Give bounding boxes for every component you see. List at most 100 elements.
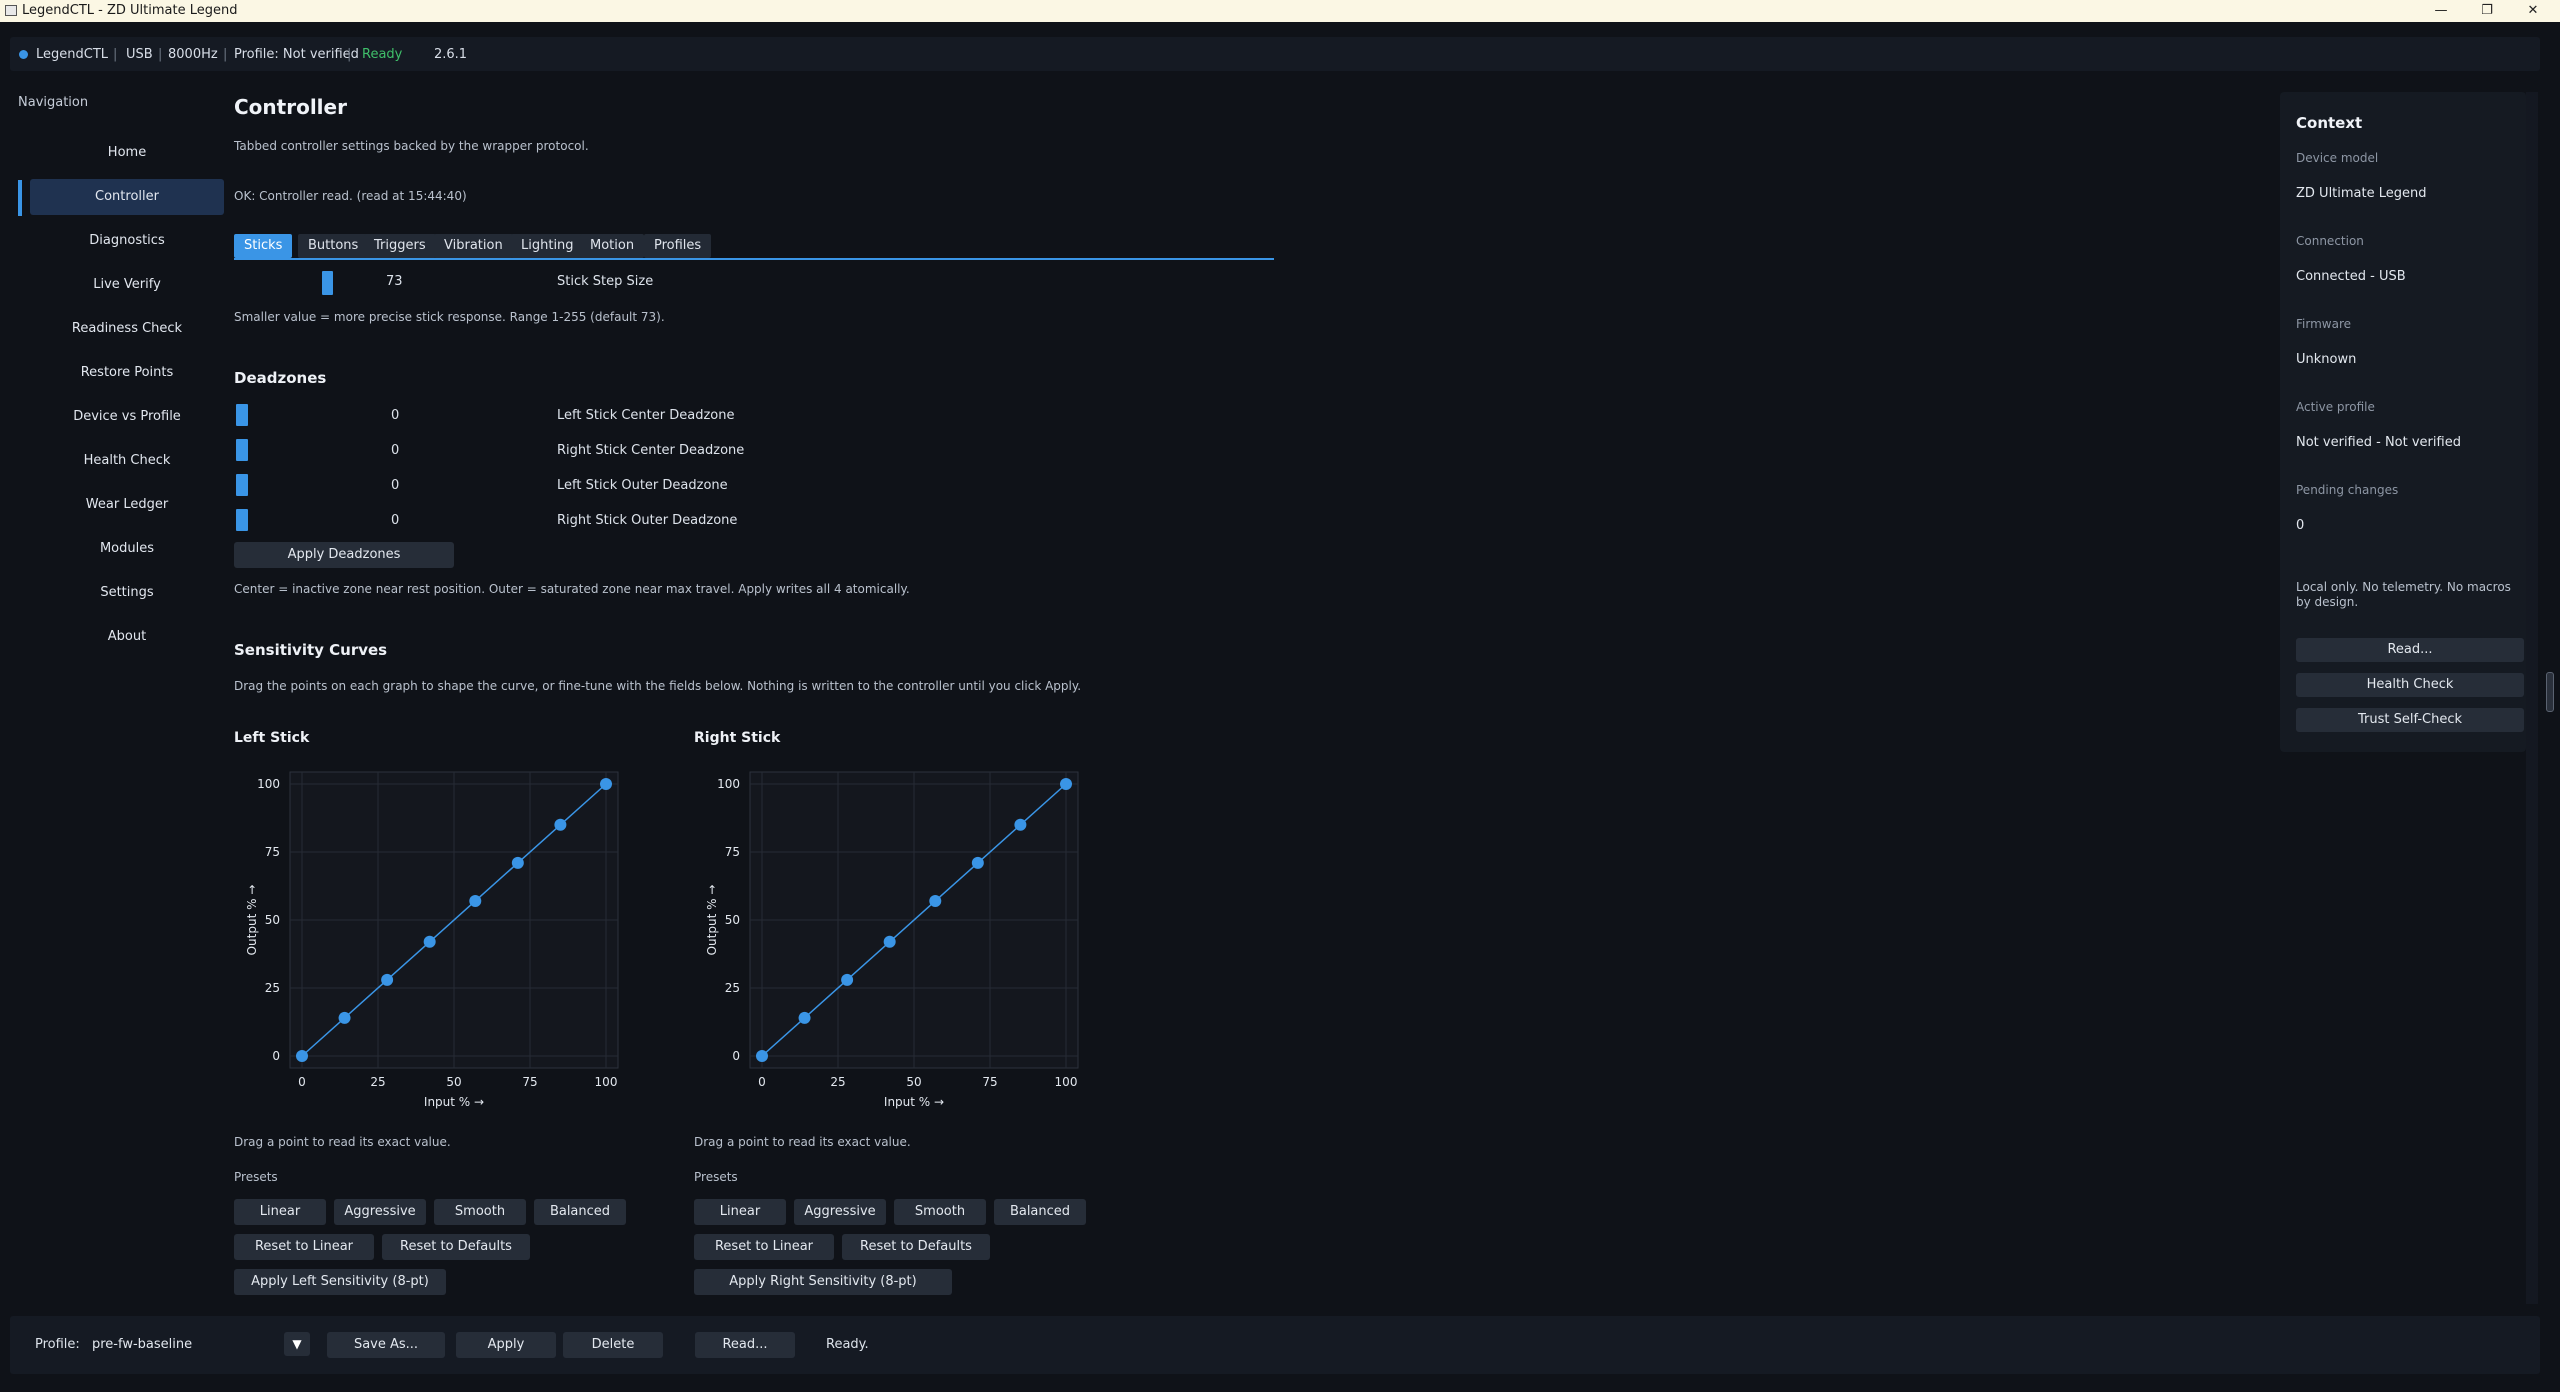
sidebar-item-controller[interactable]: Controller	[30, 179, 224, 215]
status-separator: |	[158, 47, 163, 62]
curve-point[interactable]	[600, 778, 612, 790]
y-tick-label: 100	[717, 777, 740, 791]
context-title: Context	[2296, 114, 2363, 132]
y-tick-label: 75	[265, 845, 280, 859]
curve-point[interactable]	[423, 935, 436, 948]
tab-lighting[interactable]: Lighting	[511, 234, 584, 258]
right-preset-balanced-button[interactable]: Balanced	[994, 1199, 1086, 1225]
right-stick-curve-chart[interactable]: 0 25 50 75 100 0 25 50 75 100 Input % → Output % →	[694, 760, 1114, 1120]
delete-profile-button[interactable]: Delete	[563, 1332, 663, 1358]
curve-point[interactable]	[511, 856, 524, 869]
x-tick-label: 0	[298, 1075, 306, 1089]
sidebar-item-modules[interactable]: Modules	[30, 531, 224, 567]
sidebar-item-settings[interactable]: Settings	[30, 575, 224, 611]
left-stick-curve-chart[interactable]: 0 25 50 75 100 0 25 50 75 100 Input % → Output % →	[234, 760, 654, 1120]
right-reset-linear-button[interactable]: Reset to Linear	[694, 1234, 834, 1260]
right-preset-smooth-button[interactable]: Smooth	[894, 1199, 986, 1225]
y-tick-label: 50	[265, 913, 280, 927]
curve-point[interactable]	[929, 894, 942, 907]
curve-point[interactable]	[1060, 778, 1072, 790]
sidebar-item-restore-points[interactable]: Restore Points	[30, 355, 224, 391]
context-value-connection: Connected - USB	[2296, 269, 2406, 284]
deadzone-slider[interactable]	[236, 509, 248, 531]
main-scrollbar[interactable]	[2526, 92, 2538, 1304]
curve-point[interactable]	[1014, 818, 1027, 831]
curve-point[interactable]	[554, 818, 567, 831]
x-axis-label: Input % →	[884, 1095, 944, 1109]
x-tick-label: 50	[906, 1075, 921, 1089]
left-preset-linear-button[interactable]: Linear	[234, 1199, 326, 1225]
tab-triggers[interactable]: Triggers	[364, 234, 436, 258]
right-preset-linear-button[interactable]: Linear	[694, 1199, 786, 1225]
step-size-hint: Smaller value = more precise stick respo…	[234, 310, 665, 324]
x-tick-label: 75	[522, 1075, 537, 1089]
context-trust-self-check-button[interactable]: Trust Self-Check	[2296, 708, 2524, 732]
connection-dot-icon	[19, 50, 28, 59]
x-tick-label: 100	[595, 1075, 618, 1089]
apply-right-sensitivity-button[interactable]: Apply Right Sensitivity (8-pt)	[694, 1269, 952, 1295]
apply-left-sensitivity-button[interactable]: Apply Left Sensitivity (8-pt)	[234, 1269, 446, 1295]
curve-point[interactable]	[338, 1011, 351, 1024]
left-reset-defaults-button[interactable]: Reset to Defaults	[382, 1234, 530, 1260]
sidebar-item-device-vs-profile[interactable]: Device vs Profile	[30, 399, 224, 435]
sidebar-item-home[interactable]: Home	[30, 135, 224, 171]
status-rate: 8000Hz	[168, 47, 218, 62]
apply-deadzones-button[interactable]: Apply Deadzones	[234, 542, 454, 568]
context-read-button[interactable]: Read...	[2296, 638, 2524, 662]
context-health-check-button[interactable]: Health Check	[2296, 673, 2524, 697]
curve-point[interactable]	[883, 935, 896, 948]
sidebar-item-live-verify[interactable]: Live Verify	[30, 267, 224, 303]
sidebar-item-about[interactable]: About	[30, 619, 224, 655]
dropdown-arrow-icon[interactable]: ▼	[284, 1332, 310, 1356]
sidebar-item-readiness-check[interactable]: Readiness Check	[30, 311, 224, 347]
minimize-icon[interactable]: —	[2418, 0, 2464, 22]
x-tick-label: 100	[1055, 1075, 1078, 1089]
curve-point[interactable]	[381, 973, 394, 986]
step-size-label: Stick Step Size	[557, 274, 654, 289]
sidebar-item-diagnostics[interactable]: Diagnostics	[30, 223, 224, 259]
curve-point[interactable]	[469, 894, 482, 907]
y-tick-label: 75	[725, 845, 740, 859]
tab-sticks[interactable]: Sticks	[234, 234, 293, 258]
close-icon[interactable]: ✕	[2510, 0, 2556, 22]
x-tick-label: 75	[982, 1075, 997, 1089]
nav-active-indicator	[18, 180, 22, 216]
sidebar-item-wear-ledger[interactable]: Wear Ledger	[30, 487, 224, 523]
read-profile-button[interactable]: Read...	[695, 1332, 795, 1358]
right-preset-aggressive-button[interactable]: Aggressive	[794, 1199, 886, 1225]
deadzone-slider[interactable]	[236, 439, 248, 461]
tab-vibration[interactable]: Vibration	[434, 234, 513, 258]
x-tick-label: 50	[446, 1075, 461, 1089]
restore-icon[interactable]: ❐	[2464, 0, 2510, 22]
left-preset-balanced-button[interactable]: Balanced	[534, 1199, 626, 1225]
tab-buttons[interactable]: Buttons	[298, 234, 369, 258]
context-value-firmware: Unknown	[2296, 352, 2357, 367]
curve-point[interactable]	[296, 1050, 308, 1062]
controller-tabs: Sticks Buttons Triggers Vibration Lighti…	[234, 234, 1274, 260]
sidebar-item-health-check[interactable]: Health Check	[30, 443, 224, 479]
tab-motion[interactable]: Motion	[580, 234, 645, 258]
curve-point[interactable]	[756, 1050, 768, 1062]
save-as-button[interactable]: Save As...	[327, 1332, 445, 1358]
profile-select[interactable]: pre-fw-baseline ▼	[92, 1330, 312, 1358]
right-reset-defaults-button[interactable]: Reset to Defaults	[842, 1234, 990, 1260]
deadzone-value: 0	[391, 478, 400, 493]
deadzone-slider[interactable]	[236, 404, 248, 426]
context-value-pending-changes: 0	[2296, 518, 2305, 533]
left-reset-linear-button[interactable]: Reset to Linear	[234, 1234, 374, 1260]
apply-profile-button[interactable]: Apply	[456, 1332, 556, 1358]
deadzone-label: Right Stick Outer Deadzone	[557, 513, 738, 528]
profile-select-value: pre-fw-baseline	[92, 1337, 193, 1352]
page-subtitle: Tabbed controller settings backed by the…	[234, 139, 589, 153]
curve-point[interactable]	[841, 973, 854, 986]
deadzone-slider[interactable]	[236, 474, 248, 496]
scrollbar-thumb[interactable]	[2546, 672, 2554, 712]
deadzone-label: Left Stick Center Deadzone	[557, 408, 735, 423]
curve-point[interactable]	[971, 856, 984, 869]
left-preset-smooth-button[interactable]: Smooth	[434, 1199, 526, 1225]
tab-profiles[interactable]: Profiles	[644, 234, 712, 258]
step-size-slider[interactable]	[322, 271, 333, 295]
curve-point[interactable]	[798, 1011, 811, 1024]
left-preset-aggressive-button[interactable]: Aggressive	[334, 1199, 426, 1225]
sensitivity-hint: Drag the points on each graph to shape t…	[234, 679, 1082, 693]
